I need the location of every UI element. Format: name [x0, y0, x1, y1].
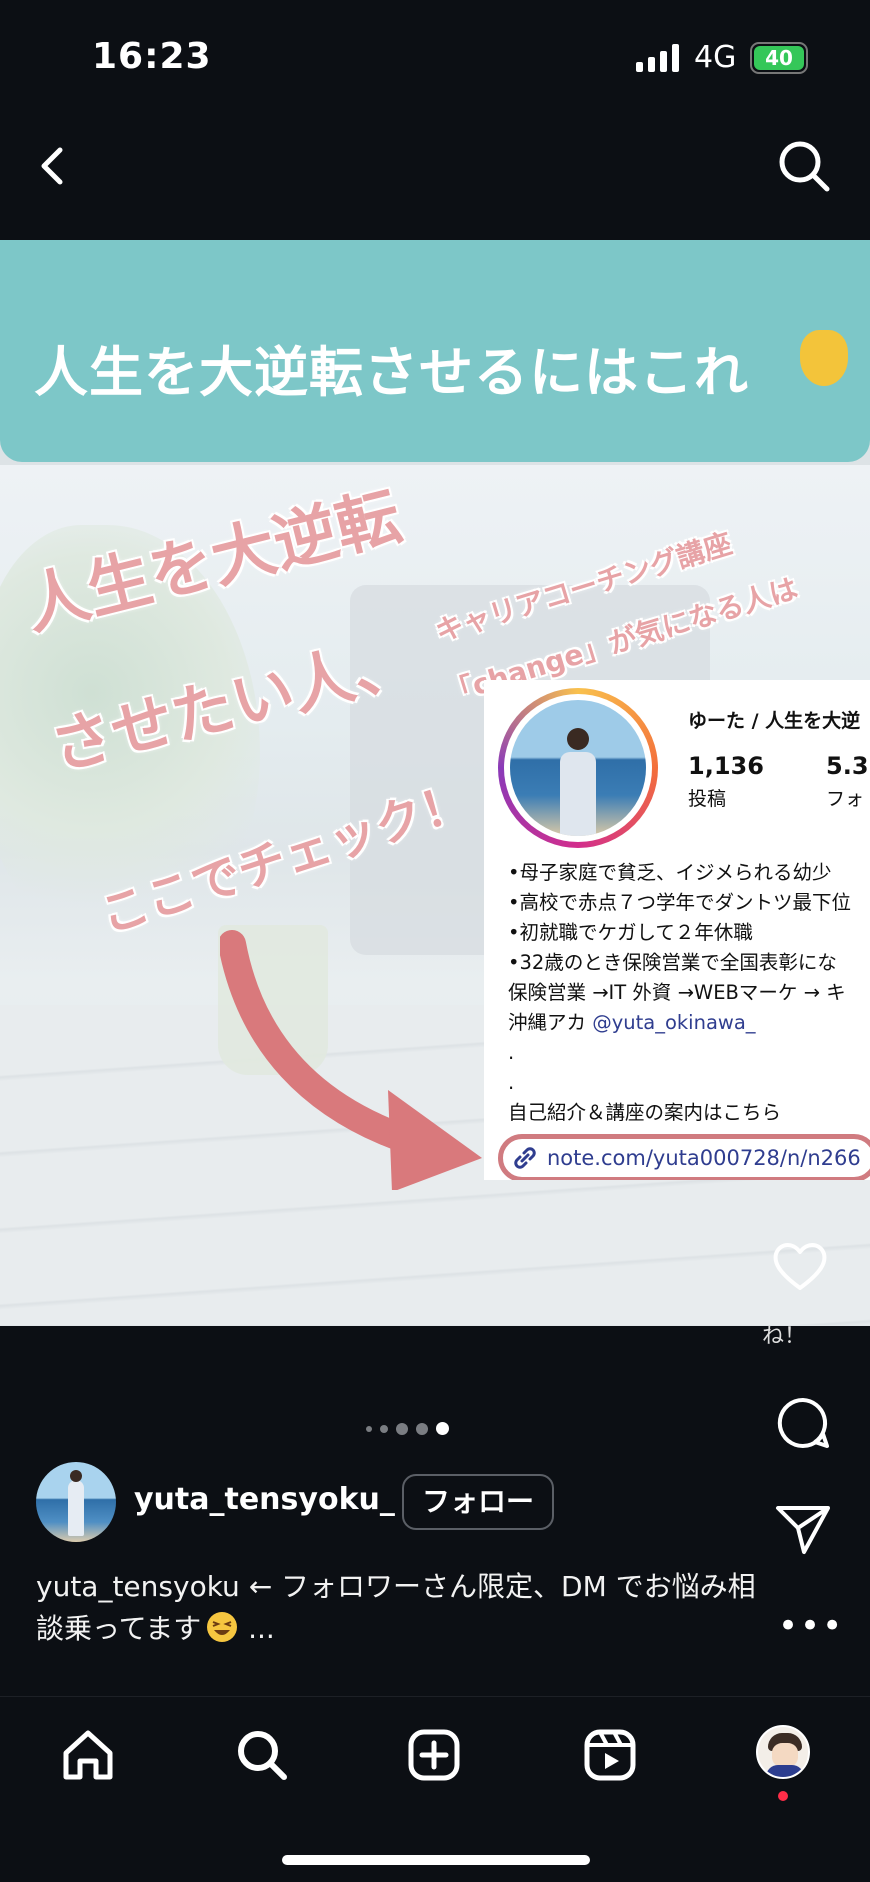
top-nav	[0, 110, 870, 240]
bio-line: •32歳のとき保険営業で全国表彰にな	[508, 951, 837, 974]
home-icon[interactable]	[58, 1725, 118, 1785]
bio-mention: @yuta_okinawa_	[592, 1011, 756, 1034]
bio-account-line: 沖縄アカ @yuta_okinawa_	[508, 1008, 851, 1038]
pointing-down-emoji-icon	[800, 330, 848, 386]
author-avatar[interactable]	[36, 1462, 116, 1542]
post-image[interactable]: 人生を大逆転させるにはこれ 人生を大逆転 させたい人、 ここでチェック！ キャリ…	[0, 240, 870, 1326]
notification-dot	[778, 1791, 788, 1801]
follow-button[interactable]: フォロー	[402, 1474, 554, 1530]
carousel-dot	[396, 1422, 408, 1435]
person-figure	[560, 728, 596, 836]
back-icon[interactable]	[28, 128, 76, 204]
profile-bio: •母子家庭で貧乏、イジメられる幼少 •高校で赤点７つ学年でダントツ最下位 •初就…	[508, 858, 851, 1128]
profile-story-ring	[498, 688, 658, 848]
posts-count: 1,136	[688, 752, 764, 780]
profile-photo	[510, 700, 646, 836]
posts-label: 投稿	[688, 788, 727, 810]
profile-tab-avatar[interactable]	[756, 1725, 810, 1779]
followers-label: フォ	[826, 788, 865, 810]
profile-link-text: note.com/yuta000728/n/n266	[547, 1146, 861, 1170]
bio-line: •初就職でケガして２年休職	[508, 921, 753, 944]
home-indicator	[282, 1855, 590, 1865]
banner: 人生を大逆転させるにはこれ	[0, 240, 870, 462]
carousel-dot	[366, 1425, 372, 1432]
bio-intro: 自己紹介＆講座の案内はこちら	[508, 1101, 782, 1124]
battery-icon: 40	[750, 42, 808, 74]
comment-icon[interactable]	[774, 1394, 832, 1452]
profile-link: note.com/yuta000728/n/n266	[498, 1134, 870, 1180]
bio-account-prefix: 沖縄アカ	[508, 1011, 593, 1034]
bio-dot: .	[508, 1071, 515, 1094]
carousel-indicator	[366, 1422, 449, 1435]
bio-line: •高校で赤点７つ学年でダントツ最下位	[508, 891, 852, 914]
battery-level: 40	[754, 46, 804, 70]
card-profile-name: ゆーた / 人生を大逆	[688, 710, 861, 732]
reels-icon[interactable]	[580, 1725, 640, 1785]
post-caption[interactable]: yuta_tensyoku ← フォロワーさん限定、DM でお悩み相談乗ってます…	[36, 1566, 776, 1650]
status-bar: 16:23 4G 40	[0, 0, 870, 110]
carousel-dot	[416, 1422, 428, 1435]
search-icon[interactable]	[774, 130, 834, 200]
network-type: 4G	[694, 40, 737, 75]
share-icon[interactable]	[774, 1500, 832, 1556]
heart-icon[interactable]	[770, 1238, 830, 1294]
banner-title: 人生を大逆転させるにはこれ	[34, 341, 749, 404]
like-caption: ね！	[762, 1324, 807, 1349]
laughing-face-emoji-icon	[207, 1612, 238, 1642]
bio-dot: .	[508, 1041, 515, 1064]
carousel-dot	[380, 1424, 388, 1433]
caption-more[interactable]: ...	[239, 1612, 275, 1645]
create-icon[interactable]	[404, 1725, 464, 1785]
status-time: 16:23	[92, 36, 212, 77]
search-icon[interactable]	[232, 1725, 292, 1785]
curved-arrow-icon	[220, 930, 482, 1190]
bottom-tab-bar	[0, 1696, 870, 1882]
bio-line: 保険営業 →IT 外資 →WEBマーケ → キ	[508, 981, 846, 1004]
signal-icon	[636, 44, 679, 72]
bio-line: •母子家庭で貧乏、イジメられる幼少	[508, 861, 832, 884]
more-options-icon[interactable]: •••	[778, 1606, 844, 1646]
ring-inner	[504, 694, 652, 842]
carousel-dot-active	[436, 1422, 449, 1435]
profile-card: ゆーた / 人生を大逆 1,136 投稿 5.3 フォ •母子家庭で貧乏、イジメ…	[484, 680, 870, 1180]
caption-text: yuta_tensyoku ← フォロワーさん限定、DM でお悩み相談乗ってます	[36, 1570, 756, 1645]
link-icon	[514, 1147, 536, 1169]
author-username[interactable]: yuta_tensyoku_	[134, 1482, 395, 1517]
followers-count: 5.3	[826, 752, 869, 780]
